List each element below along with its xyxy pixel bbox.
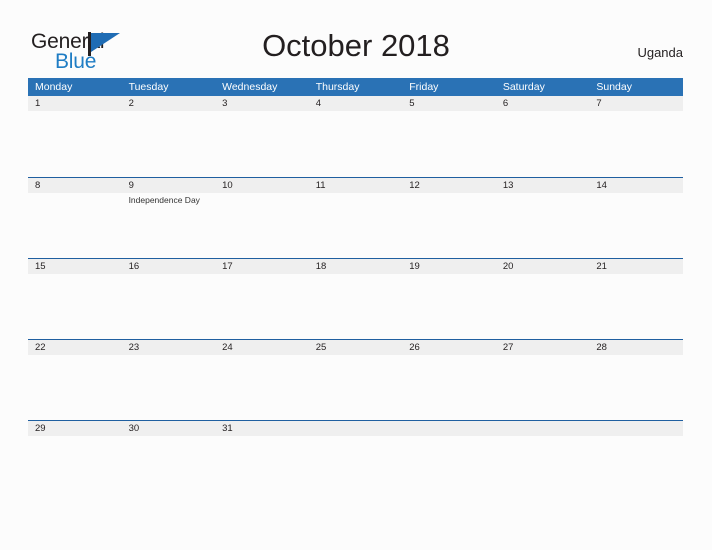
day-number: 26 [409,342,420,353]
day-number: 17 [222,261,233,272]
week-row: 15 16 17 18 19 20 21 [28,258,683,339]
day-number: 21 [596,261,607,272]
day-cell[interactable]: 15 [28,259,122,340]
day-cell[interactable]: 13 [496,178,590,259]
day-cell [589,421,683,502]
day-cell[interactable]: 31 [215,421,309,502]
day-number: 10 [222,180,233,191]
day-number: 31 [222,423,233,434]
week-row: 1 2 3 4 5 6 7 [28,96,683,177]
week-row: 8 9 Independence Day 10 11 12 13 14 [28,177,683,258]
day-cell[interactable]: 20 [496,259,590,340]
day-cell[interactable]: 4 [309,96,403,177]
weekday-header-sunday: Sunday [596,81,632,93]
day-cell[interactable]: 3 [215,96,309,177]
day-cell[interactable]: 17 [215,259,309,340]
day-cell[interactable]: 2 [122,96,216,177]
day-cell[interactable]: 14 [589,178,683,259]
day-number: 12 [409,180,420,191]
day-number: 4 [315,98,321,109]
day-number: 25 [315,342,327,353]
day-number: 1 [35,98,41,109]
day-cell[interactable]: 10 [215,178,309,259]
day-cell [309,421,403,502]
day-cell[interactable]: 19 [402,259,496,340]
day-cell[interactable]: 11 [309,178,403,259]
day-cell[interactable]: 27 [496,340,590,421]
day-cell[interactable]: 6 [496,96,590,177]
country-label: Uganda [637,45,683,60]
day-cell[interactable]: 29 [28,421,122,502]
day-number: 6 [502,98,509,109]
day-number: 9 [128,180,134,191]
page-title: October 2018 [262,28,450,63]
day-cell[interactable]: 5 [402,96,496,177]
day-cell[interactable]: 8 [28,178,122,259]
day-cell[interactable]: 21 [589,259,683,340]
calendar-table: Monday Tuesday Wednesday Thursday Friday… [28,78,683,501]
page-header: General Blue October 2018 Uganda [0,0,712,78]
day-cell[interactable]: 25 [309,340,403,421]
day-number: 28 [596,342,607,353]
day-cell [402,421,496,502]
day-event: Independence Day [128,195,200,205]
day-number: 2 [128,98,134,109]
week-row: 22 23 24 25 26 27 28 [28,339,683,420]
day-cell[interactable]: 30 [122,421,216,502]
day-cell[interactable]: 16 [122,259,216,340]
calendar-page: General Blue October 2018 Uganda Monday … [0,0,712,550]
day-cell[interactable]: 12 [402,178,496,259]
day-number: 20 [502,261,514,272]
day-number: 7 [596,98,602,109]
day-number: 29 [35,423,46,434]
weekday-header-monday: Monday [35,81,73,93]
weekday-header-wednesday: Wednesday [222,81,278,93]
day-number: 22 [35,342,46,353]
day-number: 13 [502,180,514,191]
day-number: 16 [128,261,140,272]
day-number: 8 [35,180,41,191]
day-cell[interactable]: 9 Independence Day [122,178,216,259]
day-number: 5 [409,98,415,109]
day-number: 15 [35,261,46,272]
day-number: 19 [409,261,420,272]
week-row: 29 30 31 [28,420,683,501]
day-number: 30 [128,423,140,434]
day-number: 11 [315,180,326,191]
day-cell[interactable]: 26 [402,340,496,421]
weekday-header-tuesday: Tuesday [128,81,169,93]
day-number: 18 [315,261,327,272]
day-cell[interactable]: 23 [122,340,216,421]
day-cell[interactable]: 22 [28,340,122,421]
weekday-header-friday: Friday [409,81,439,93]
day-cell [496,421,590,502]
day-cell[interactable]: 7 [589,96,683,177]
day-number: 14 [596,180,607,191]
day-cell[interactable]: 1 [28,96,122,177]
day-number: 24 [222,342,233,353]
day-number: 3 [222,98,228,109]
day-cell[interactable]: 18 [309,259,403,340]
weekday-header-thursday: Thursday [315,81,360,93]
day-number: 27 [502,342,514,353]
weekday-header-saturday: Saturday [502,81,545,93]
day-cell[interactable]: 28 [589,340,683,421]
weekday-header-row: Monday Tuesday Wednesday Thursday Friday… [28,78,683,96]
day-number: 23 [128,342,140,353]
day-cell[interactable]: 24 [215,340,309,421]
